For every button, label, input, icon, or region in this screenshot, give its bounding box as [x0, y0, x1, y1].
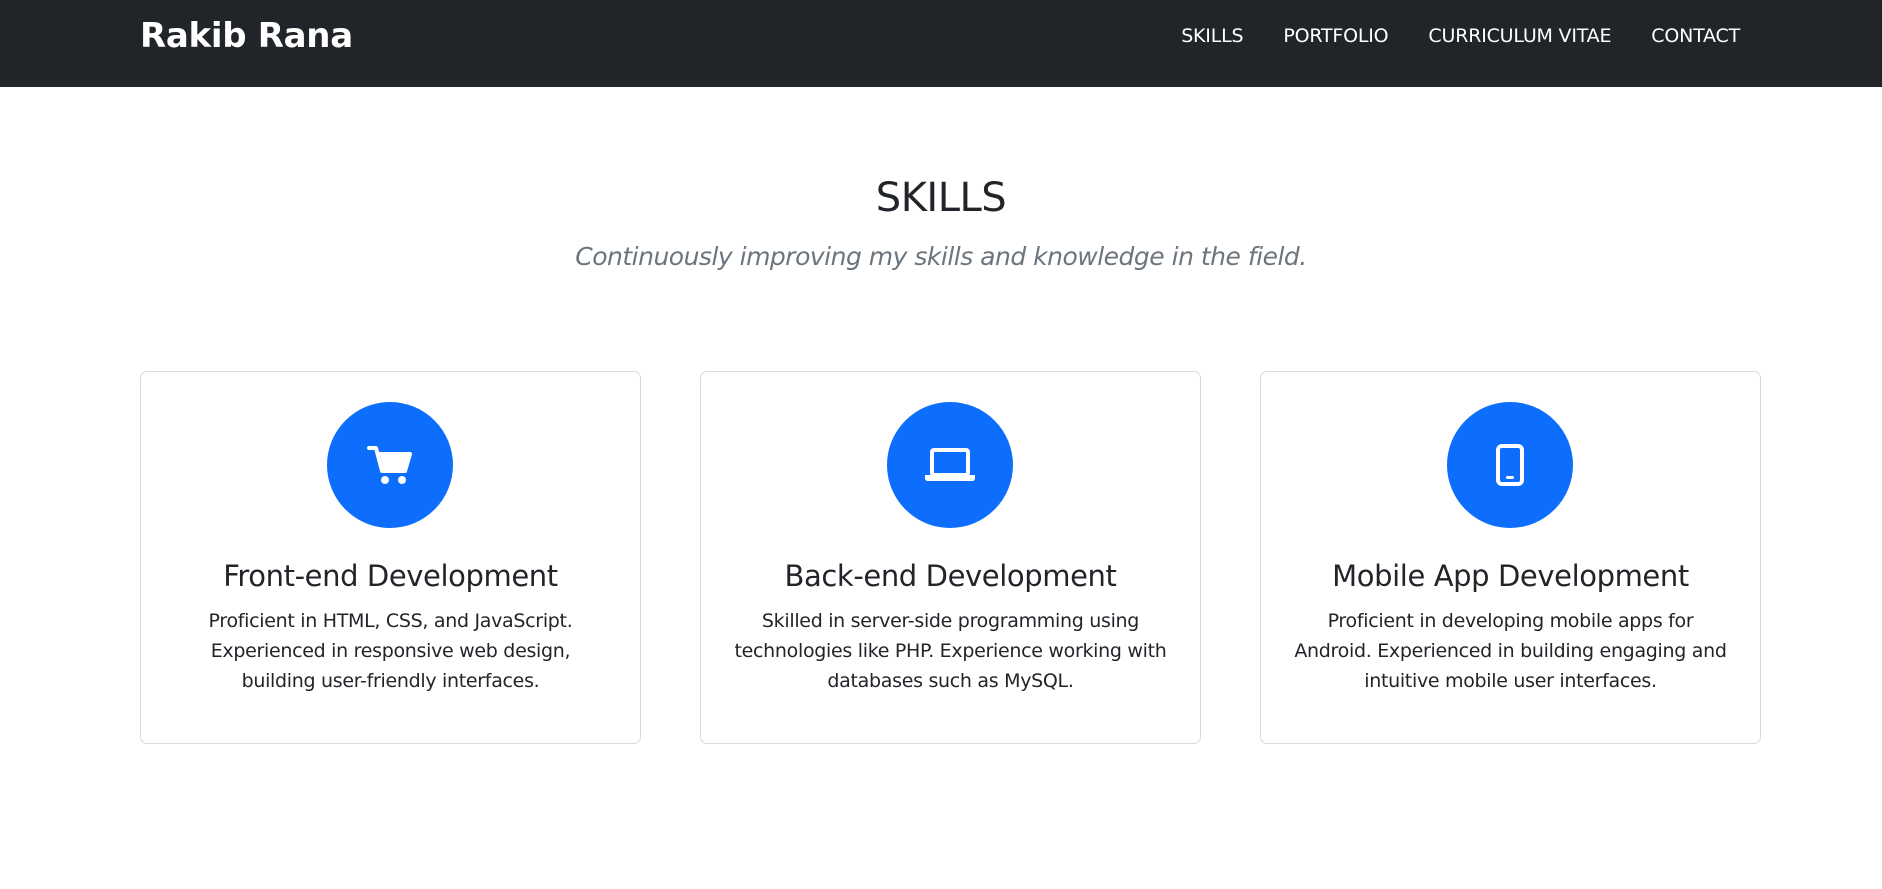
section-subtitle: Continuously improving my skills and kno… — [575, 242, 1307, 271]
navbar: Rakib Rana SKILLS PORTFOLIO CURRICULUM V… — [0, 0, 1882, 87]
card-text: Proficient in developing mobile apps for… — [1294, 610, 1727, 692]
card-title: Front-end Development — [223, 559, 558, 593]
card-title: Mobile App Development — [1332, 559, 1689, 593]
nav-link-skills[interactable]: SKILLS — [1181, 22, 1243, 50]
nav-link-contact[interactable]: CONTACT — [1651, 22, 1740, 50]
laptop-icon — [924, 447, 976, 483]
nav-links: SKILLS PORTFOLIO CURRICULUM VITAE CONTAC… — [1181, 22, 1740, 50]
brand-logo-link[interactable]: Rakib Rana — [140, 14, 353, 58]
mobile-phone-icon — [1495, 444, 1525, 486]
card-text: Skilled in server-side programming using… — [734, 610, 1167, 692]
section-title: SKILLS — [875, 175, 1007, 221]
shopping-cart-icon — [367, 444, 413, 486]
card-text: Proficient in HTML, CSS, and JavaScript.… — [208, 610, 573, 692]
skill-card-back-end: Back-end Development Skilled in server-s… — [700, 371, 1201, 744]
skill-card-front-end: Front-end Development Proficient in HTML… — [140, 371, 641, 744]
icon-circle — [887, 402, 1013, 528]
nav-link-curriculum-vitae[interactable]: CURRICULUM VITAE — [1428, 22, 1611, 50]
nav-link-portfolio[interactable]: PORTFOLIO — [1283, 22, 1388, 50]
card-title: Back-end Development — [784, 559, 1117, 593]
skill-card-mobile-app: Mobile App Development Proficient in dev… — [1260, 371, 1761, 744]
icon-circle — [327, 402, 453, 528]
icon-circle — [1447, 402, 1573, 528]
